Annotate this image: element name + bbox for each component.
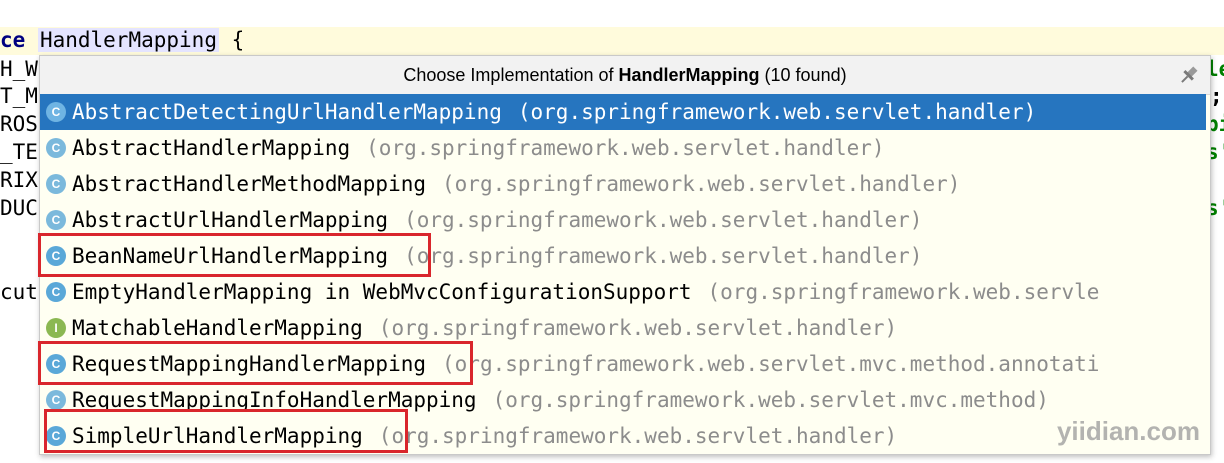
class-name: SimpleUrlHandlerMapping <box>72 424 363 448</box>
popup-title-count: (10 found) <box>759 65 847 85</box>
interface-identifier[interactable]: HandlerMapping <box>37 28 219 52</box>
list-item[interactable]: C RequestMappingInfoHandlerMapping (org.s… <box>40 382 1210 418</box>
choose-implementation-popup[interactable]: Choose Implementation of HandlerMapping … <box>39 55 1211 455</box>
package-name: (org.springframework.web.servlet.mvc.met… <box>492 388 1049 412</box>
class-name: MatchableHandlerMapping <box>72 316 363 340</box>
package-name: (org.springframework.web.servlet.handler… <box>517 100 1037 124</box>
code-line-interface-declaration[interactable]: ce HandlerMapping { <box>0 27 244 53</box>
code-fragment-left: RIX <box>0 168 38 192</box>
code-fragment-left: _TE <box>0 140 38 164</box>
class-name: RequestMappingInfoHandlerMapping <box>72 388 477 412</box>
code-fragment-left: cut <box>0 280 38 304</box>
code-fragment-right: ; <box>1210 84 1223 108</box>
class-icon: C <box>46 354 66 374</box>
package-name: (org.springframework.web.servlet.handler… <box>378 424 898 448</box>
implementation-list[interactable]: C AbstractDetectingUrlHandlerMapping (org… <box>40 94 1210 454</box>
package-name: (org.springframework.web.servlet.handler… <box>404 208 923 232</box>
code-fragment-left: H_W <box>0 57 38 81</box>
class-icon: C <box>46 426 66 446</box>
class-name: BeanNameUrlHandlerMapping <box>72 244 389 268</box>
code-fragment-left: T_M <box>0 84 38 108</box>
class-name: AbstractHandlerMapping <box>72 136 351 160</box>
package-name: (org.springframework.web.servlet.handler… <box>366 136 885 160</box>
list-item[interactable]: C EmptyHandlerMapping in WebMvcConfigura… <box>40 274 1210 310</box>
package-name: (org.springframework.web.servlet.handler… <box>442 172 961 196</box>
abstract-class-icon: C <box>46 390 66 410</box>
class-icon: C <box>46 246 66 266</box>
abstract-class-icon: C <box>46 138 66 158</box>
popup-title: Choose Implementation of HandlerMapping … <box>40 56 1210 95</box>
popup-title-prefix: Choose Implementation of <box>403 65 619 85</box>
class-icon: C <box>46 282 66 302</box>
list-item[interactable]: C AbstractHandlerMethodMapping (org.sprin… <box>40 166 1210 202</box>
watermark: yiidian.com <box>1056 416 1200 446</box>
popup-title-class: HandlerMapping <box>618 65 760 85</box>
list-item[interactable]: C BeanNameUrlHandlerMapping (org.springfr… <box>40 238 1210 274</box>
package-name: (org.springframework.web.servle <box>707 280 1100 304</box>
class-name: AbstractHandlerMethodMapping <box>72 172 427 196</box>
keyword: ce <box>0 28 26 52</box>
list-item[interactable]: C RequestMappingHandlerMapping (org.sprin… <box>40 346 1210 382</box>
list-item[interactable]: C AbstractUrlHandlerMapping (org.springfr… <box>40 202 1210 238</box>
package-name: (org.springframework.web.servlet.handler… <box>378 316 898 340</box>
list-item[interactable]: C AbstractHandlerMapping (org.springframe… <box>40 130 1210 166</box>
class-name: AbstractUrlHandlerMapping <box>72 208 389 232</box>
pin-icon[interactable] <box>1178 64 1200 86</box>
class-name: AbstractDetectingUrlHandlerMapping <box>72 100 502 124</box>
list-item[interactable]: I MatchableHandlerMapping (org.springfram… <box>40 310 1210 346</box>
interface-icon: I <box>46 318 66 338</box>
package-name: (org.springframework.web.servlet.mvc.met… <box>442 352 1100 376</box>
abstract-class-icon: C <box>46 210 66 230</box>
class-icon: C <box>46 102 66 122</box>
class-name: RequestMappingHandlerMapping <box>72 352 427 376</box>
open-brace: { <box>218 28 245 52</box>
abstract-class-icon: C <box>46 174 66 194</box>
class-name: EmptyHandlerMapping in WebMvcConfigurati… <box>72 280 692 304</box>
code-fragment-left: ROS <box>0 112 38 136</box>
code-fragment-left: DUC <box>0 196 38 220</box>
list-item[interactable]: C AbstractDetectingUrlHandlerMapping (org… <box>40 94 1206 130</box>
package-name: (org.springframework.web.servlet.handler… <box>404 244 923 268</box>
list-item[interactable]: C SimpleUrlHandlerMapping (org.springfram… <box>40 418 1210 454</box>
